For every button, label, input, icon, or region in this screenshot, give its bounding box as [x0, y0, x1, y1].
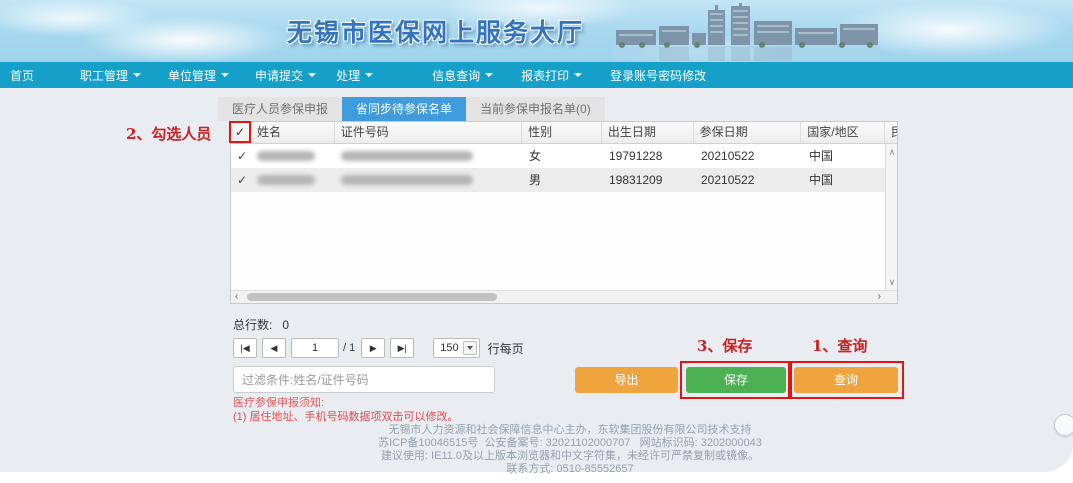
scroll-down-icon[interactable]: ∨: [886, 276, 898, 288]
nav-home[interactable]: 首页: [10, 67, 34, 84]
total-rows-value: 0: [282, 318, 289, 332]
site-footer: 无锡市人力资源和社会保障信息中心主办，东软集团股份有限公司技术支持 苏ICP备1…: [0, 424, 1073, 476]
insured-list-table: ✓ 姓名 证件号码 性别 出生日期 参保日期 国家/地区 民族 ✓ 女 1979…: [230, 121, 898, 304]
redacted-id-number: [341, 151, 473, 161]
redacted-id-number: [341, 175, 473, 185]
horizontal-scrollbar[interactable]: ‹ ›: [231, 290, 897, 303]
nav-unit-mgmt[interactable]: 单位管理: [168, 67, 229, 84]
page-size-value: 150: [434, 342, 462, 354]
table-body: ✓ 女 19791228 20210522 中国 ✓ 男 19831209 20…: [231, 144, 897, 290]
col-header-birth-date[interactable]: 出生日期: [602, 122, 694, 143]
dropdown-icon[interactable]: [463, 341, 477, 355]
next-page-button[interactable]: ▶: [361, 338, 385, 358]
footer-contact-line: 联系方式: 0510-85552657: [0, 463, 1073, 476]
cell-name-redacted: [251, 144, 335, 168]
cell-birth-date: 19831209: [603, 168, 695, 192]
annotation-step3-save: 3、保存: [697, 335, 752, 356]
nav-apply-submit[interactable]: 申请提交: [255, 67, 316, 84]
page-number-input[interactable]: [291, 338, 339, 358]
row-checkbox[interactable]: ✓: [231, 144, 251, 168]
export-button[interactable]: 导出: [575, 367, 678, 393]
cell-enroll-date: 20210522: [695, 144, 803, 168]
page-size-select[interactable]: 150: [433, 338, 479, 358]
table-header-row: ✓ 姓名 证件号码 性别 出生日期 参保日期 国家/地区 民族: [231, 122, 897, 144]
page-total-label: / 1: [343, 342, 355, 354]
annotation-step1-query: 1、查询: [812, 335, 867, 356]
main-nav: 首页 职工管理 单位管理 申请提交 处理 信息查询 报表打印 登录账号密码修改: [0, 62, 1073, 88]
cell-birth-date: 19791228: [603, 144, 695, 168]
redacted-name: [257, 175, 315, 185]
scroll-left-icon[interactable]: ‹: [235, 291, 238, 303]
cell-country: 中国: [803, 144, 887, 168]
chevron-down-icon: [574, 73, 582, 77]
col-header-partial: 民族: [885, 122, 897, 143]
scroll-up-icon[interactable]: ∧: [886, 146, 898, 158]
cell-id-redacted: [335, 168, 523, 192]
footer-icp-line: 苏ICP备10046515号 公安备案号: 32021102000707 网站标…: [0, 437, 1073, 450]
tab-medical-personnel-apply[interactable]: 医疗人员参保申报: [218, 97, 342, 121]
page-root: 无锡市医保网上服务大厅: [0, 0, 1073, 483]
scroll-right-icon[interactable]: ›: [878, 291, 881, 303]
chevron-down-icon: [365, 73, 373, 77]
col-header-enroll-date[interactable]: 参保日期: [694, 122, 802, 143]
notice-line1: (1) 居住地址、手机号码数据项双击可以修改。: [233, 411, 459, 423]
nav-process[interactable]: 处理: [336, 67, 373, 84]
select-all-checkbox[interactable]: ✓: [231, 122, 251, 143]
rows-per-page-label: 行每页: [488, 340, 524, 357]
table-row[interactable]: ✓ 男 19831209 20210522 中国: [231, 168, 897, 192]
row-checkbox[interactable]: ✓: [231, 168, 251, 192]
query-button[interactable]: 查询: [794, 367, 898, 393]
cell-country: 中国: [803, 168, 887, 192]
col-header-gender[interactable]: 性别: [522, 122, 602, 143]
chevron-down-icon: [485, 73, 493, 77]
last-page-button[interactable]: ▶|: [390, 338, 414, 358]
notice-title: 医疗参保申报须知:: [233, 397, 459, 409]
cell-enroll-date: 20210522: [695, 168, 803, 192]
col-header-name[interactable]: 姓名: [251, 122, 335, 143]
chevron-down-icon: [308, 73, 316, 77]
chevron-down-icon: [221, 73, 229, 77]
footer-sponsor-line: 无锡市人力资源和社会保障信息中心主办，东软集团股份有限公司技术支持: [0, 424, 1073, 437]
city-skyline-image: [612, 3, 880, 61]
horizontal-scroll-thumb[interactable]: [247, 293, 497, 301]
save-button[interactable]: 保存: [686, 367, 786, 393]
nav-employee-mgmt[interactable]: 职工管理: [80, 67, 141, 84]
nav-info-query[interactable]: 信息查询: [432, 67, 493, 84]
footer-browser-line: 建议使用: IE11.0及以上版本浏览器和中文字符集，未经许可严禁复制或镜像。: [0, 450, 1073, 463]
nav-report-print[interactable]: 报表打印: [521, 67, 582, 84]
col-header-id-number[interactable]: 证件号码: [335, 122, 522, 143]
col-header-country[interactable]: 国家/地区: [801, 122, 885, 143]
chevron-down-icon: [133, 73, 141, 77]
filter-input[interactable]: [233, 366, 495, 393]
total-rows-label: 总行数:0: [233, 316, 289, 333]
cell-name-redacted: [251, 168, 335, 192]
site-banner: 无锡市医保网上服务大厅: [0, 0, 1073, 62]
application-notice: 医疗参保申报须知: (1) 居住地址、手机号码数据项双击可以修改。: [233, 397, 459, 423]
redacted-name: [257, 151, 315, 161]
nav-account-password[interactable]: 登录账号密码修改: [610, 67, 706, 84]
cell-id-redacted: [335, 144, 523, 168]
cell-gender: 男: [523, 168, 603, 192]
tab-bar: 医疗人员参保申报 省同步待参保名单 当前参保申报名单(0): [218, 97, 605, 121]
tab-province-sync-pending-list[interactable]: 省同步待参保名单: [342, 97, 466, 121]
pagination-bar: |◀ ◀ / 1 ▶ ▶| 150 行每页: [233, 337, 524, 359]
prev-page-button[interactable]: ◀: [262, 338, 286, 358]
cell-gender: 女: [523, 144, 603, 168]
first-page-button[interactable]: |◀: [233, 338, 257, 358]
site-title: 无锡市医保网上服务大厅: [287, 13, 584, 49]
vertical-scrollbar[interactable]: ∧ ∨: [885, 144, 897, 290]
tab-current-apply-list[interactable]: 当前参保申报名单(0): [466, 97, 605, 121]
annotation-step2-check: 2、勾选人员: [126, 123, 211, 144]
table-row[interactable]: ✓ 女 19791228 20210522 中国: [231, 144, 897, 168]
